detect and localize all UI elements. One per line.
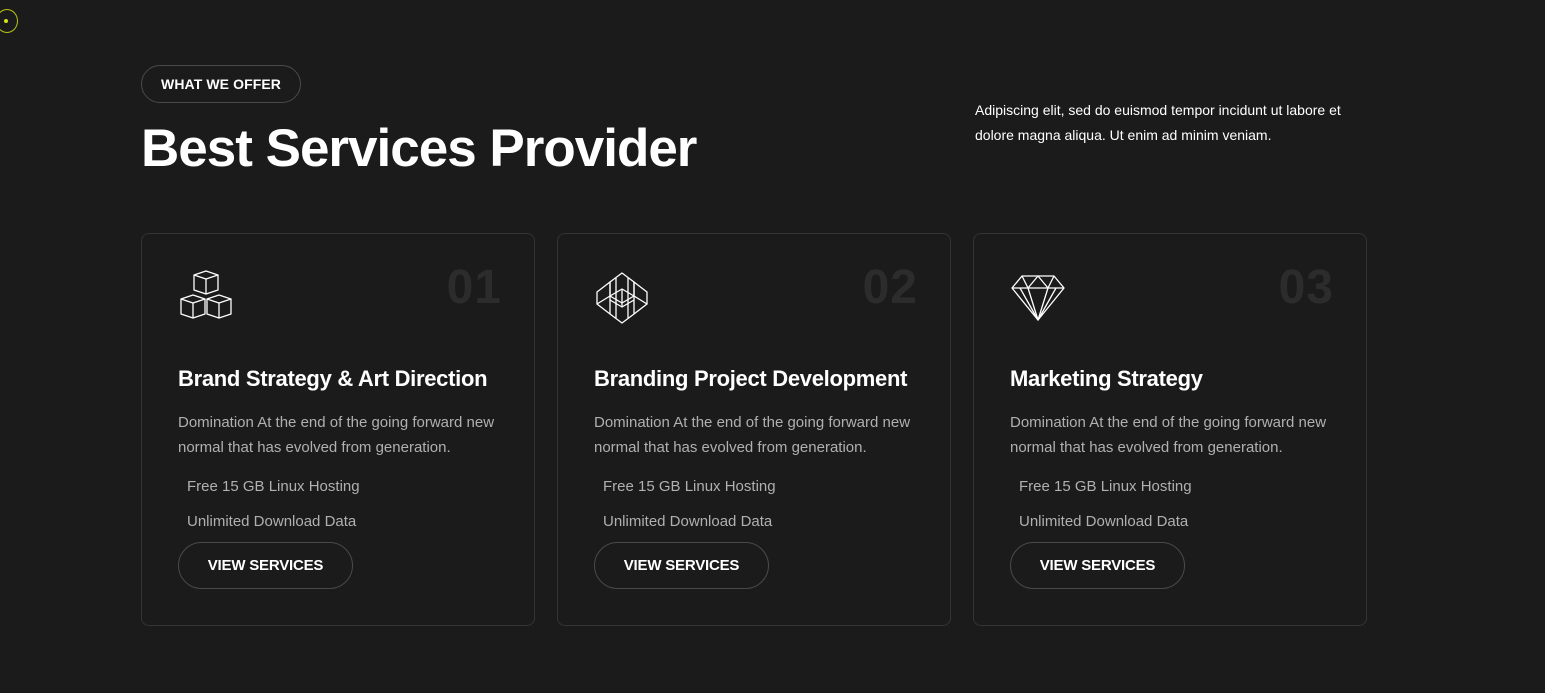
feature-item: Unlimited Download Data bbox=[603, 513, 773, 530]
feature-item: Free 15 GB Linux Hosting bbox=[603, 478, 776, 495]
geometric-star-icon bbox=[596, 272, 648, 324]
card-description: Domination At the end of the going forwa… bbox=[178, 414, 495, 456]
cubes-icon bbox=[180, 270, 232, 319]
section-header: WHAT WE OFFER Best Services Provider Adi… bbox=[141, 65, 1366, 233]
card-title: Branding Project Development bbox=[594, 366, 908, 391]
eyebrow-badge: WHAT WE OFFER bbox=[141, 65, 302, 103]
view-services-button[interactable]: VIEW SERVICES bbox=[178, 542, 353, 589]
feature-list: Free 15 GB Linux Hosting Unlimited Downl… bbox=[594, 477, 914, 532]
service-card: 01 Brand Strategy & Art Direction Domina… bbox=[141, 233, 535, 626]
card-number: 02 bbox=[862, 261, 918, 314]
view-services-button[interactable]: VIEW SERVICES bbox=[1010, 542, 1185, 589]
feature-list: Free 15 GB Linux Hosting Unlimited Downl… bbox=[1010, 477, 1330, 532]
feature-item: Free 15 GB Linux Hosting bbox=[1019, 478, 1192, 495]
service-cards: 01 Brand Strategy & Art Direction Domina… bbox=[141, 233, 1367, 626]
feature-list: Free 15 GB Linux Hosting Unlimited Downl… bbox=[178, 477, 498, 532]
services-section: WHAT WE OFFER Best Services Provider Adi… bbox=[141, 65, 1367, 626]
service-card: 03 Marketing Strategy Domination At the … bbox=[973, 233, 1367, 626]
feature-item: Unlimited Download Data bbox=[1019, 513, 1189, 530]
feature-item: Unlimited Download Data bbox=[187, 513, 357, 530]
diamond-icon bbox=[1011, 275, 1065, 321]
card-number: 01 bbox=[446, 261, 502, 314]
cursor-indicator-icon bbox=[0, 9, 18, 33]
card-title: Marketing Strategy bbox=[1010, 366, 1203, 391]
view-services-button[interactable]: VIEW SERVICES bbox=[594, 542, 769, 589]
section-title: Best Services Provider bbox=[141, 119, 697, 178]
service-card: 02 Branding Project Development Dominati… bbox=[557, 233, 951, 626]
card-description: Domination At the end of the going forwa… bbox=[594, 414, 911, 456]
feature-item: Free 15 GB Linux Hosting bbox=[187, 478, 360, 495]
card-description: Domination At the end of the going forwa… bbox=[1010, 414, 1327, 456]
card-title: Brand Strategy & Art Direction bbox=[178, 366, 488, 391]
section-lead: Adipiscing elit, sed do euismod tempor i… bbox=[975, 102, 1341, 143]
card-number: 03 bbox=[1278, 261, 1334, 314]
